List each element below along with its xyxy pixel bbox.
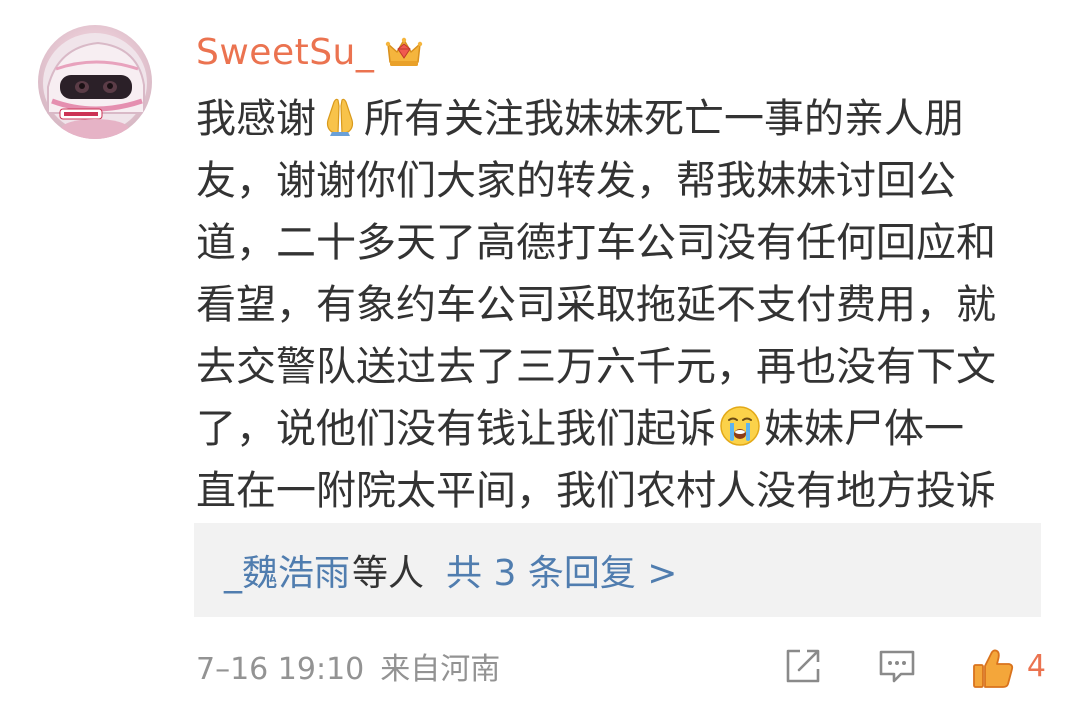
username[interactable]: SweetSu_	[196, 32, 374, 73]
comment-meta: 7–16 19:10 来自河南	[196, 644, 500, 688]
like-button[interactable]: 4	[971, 646, 1046, 688]
reply-others-label: 等人	[352, 553, 425, 594]
avatar[interactable]	[38, 25, 152, 139]
comment-actions: 4	[783, 646, 1046, 688]
view-replies-link[interactable]: 共 3 条回复 >	[446, 544, 677, 596]
comment-line: 看望，有象约车公司采取拖延不支付费用，就	[196, 282, 996, 328]
comment-source: 来自河南	[380, 652, 501, 687]
comment-line: 友，谢谢你们大家的转发，帮我妹妹讨回公	[196, 158, 956, 204]
like-count: 4	[1026, 648, 1046, 684]
thumbs-up-icon[interactable]	[971, 646, 1013, 688]
comment-text: 我感谢	[196, 96, 316, 142]
comment-body: 我感谢 所有关注我妹妹死亡一事的亲人朋 友，谢谢你们大家的转发，帮我妹妹讨回公 …	[196, 88, 1046, 522]
comment-line: 我感谢 所有关注我妹妹死亡一事的亲人朋	[196, 88, 1046, 150]
reply-user-link[interactable]: _魏浩雨	[224, 544, 350, 596]
comment-line: 去交警队送过去了三万六千元，再也没有下文	[196, 344, 996, 390]
comment-card: SweetSu_ 我感谢 所有关注我妹妹死亡一事的亲人朋 友，谢谢你们大家的转发…	[0, 0, 1080, 706]
comment-icon[interactable]	[877, 646, 917, 686]
comment-time: 7–16 19:10	[196, 652, 365, 687]
comment-text: 了，说他们没有钱让我们起诉	[196, 406, 716, 452]
replies-summary[interactable]: _魏浩雨 等人 共 3 条回复 >	[194, 523, 1041, 617]
comment-footer: 7–16 19:10 来自河南 4	[196, 640, 1046, 692]
comment-line: 道，二十多天了高德打车公司没有任何回应和	[196, 220, 996, 266]
folded-hands-emoji	[318, 94, 362, 138]
crying-face-emoji	[718, 404, 762, 448]
comment-text: 所有关注我妹妹死亡一事的亲人朋	[364, 96, 964, 142]
comment-line: 直在一附院太平间，我们农村人没有地方投诉	[196, 468, 996, 514]
comment-line: 了，说他们没有钱让我们起诉 妹妹尸体一	[196, 398, 1046, 460]
share-icon[interactable]	[783, 646, 823, 686]
username-row: SweetSu_	[196, 28, 424, 76]
comment-text: 妹妹尸体一	[764, 406, 964, 452]
crown-gem-icon[interactable]	[384, 32, 424, 72]
